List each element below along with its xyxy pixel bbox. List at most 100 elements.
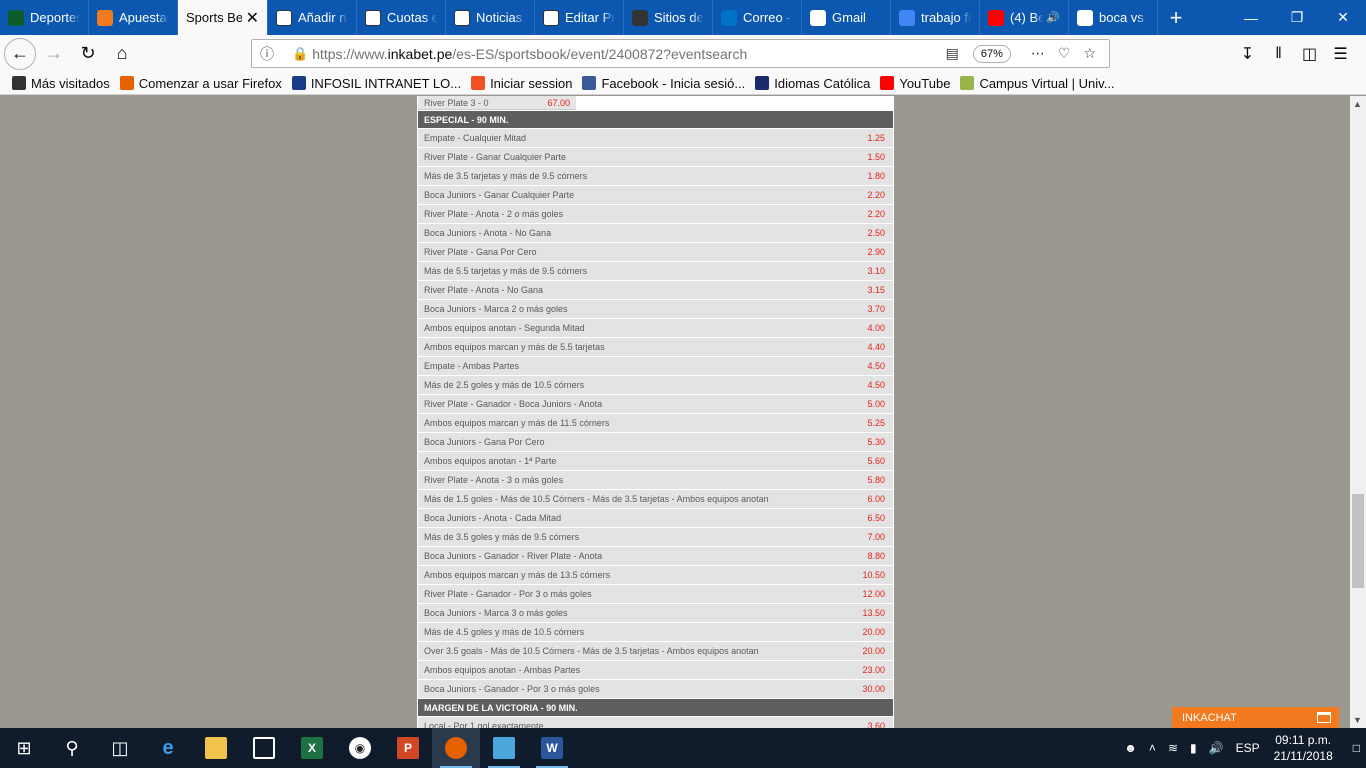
zoom-level[interactable]: 67% bbox=[972, 44, 1011, 63]
bookmark-star-icon[interactable]: ☆ bbox=[1083, 45, 1096, 62]
word-icon[interactable]: W bbox=[528, 728, 576, 768]
clock[interactable]: 09:11 p.m. 21/11/2018 bbox=[1274, 732, 1333, 764]
odds-row[interactable]: Boca Juniors - Marca 2 o más goles 3.70 bbox=[418, 300, 893, 319]
reload-icon[interactable]: ↻ bbox=[72, 38, 104, 70]
selection-odd[interactable]: 1.50 bbox=[867, 152, 885, 162]
bookmark-item[interactable]: INFOSIL INTRANET LO... bbox=[291, 76, 461, 91]
bookmark-item[interactable]: Campus Virtual | Univ... bbox=[960, 76, 1115, 91]
tab-3[interactable]: Añadir n bbox=[268, 0, 357, 35]
home-icon[interactable]: ⌂ bbox=[106, 38, 138, 70]
remote-desktop-icon[interactable] bbox=[480, 728, 528, 768]
odds-row[interactable]: Ambos equipos marcan y más de 13.5 córne… bbox=[418, 566, 893, 585]
sidebar-icon[interactable]: ◫ bbox=[1294, 44, 1325, 64]
camera-app-icon[interactable]: ◉ bbox=[336, 728, 384, 768]
selection-odd[interactable]: 20.00 bbox=[862, 627, 885, 637]
tab-8[interactable]: Correo - bbox=[713, 0, 802, 35]
selection-odd[interactable]: 4.40 bbox=[867, 342, 885, 352]
people-icon[interactable]: ☻ bbox=[1124, 741, 1137, 755]
volume-icon[interactable]: 🔊 bbox=[1209, 741, 1224, 755]
odds-row[interactable]: Más de 5.5 tarjetas y más de 9.5 córners… bbox=[418, 262, 893, 281]
odds-row[interactable]: Local - Por 1 gol exactamente 3.60 bbox=[418, 717, 893, 728]
odds-row[interactable]: Boca Juniors - Anota - Cada Mitad 6.50 bbox=[418, 509, 893, 528]
selection-odd[interactable]: 5.00 bbox=[867, 399, 885, 409]
scroll-down-icon[interactable]: ▼ bbox=[1353, 715, 1362, 725]
bookmark-item[interactable]: Facebook - Inicia sesió... bbox=[582, 76, 745, 91]
chat-window-icon[interactable] bbox=[1317, 712, 1331, 723]
info-icon[interactable]: ⓘ bbox=[256, 44, 278, 64]
tab-10[interactable]: trabajo fi bbox=[891, 0, 980, 35]
odds-row[interactable]: Más de 4.5 goles y más de 10.5 córners 20… bbox=[418, 623, 893, 642]
odds-row[interactable]: Más de 3.5 tarjetas y más de 9.5 córners… bbox=[418, 167, 893, 186]
forward-icon[interactable]: → bbox=[38, 38, 70, 70]
selection-odd[interactable]: 2.20 bbox=[867, 209, 885, 219]
powerpoint-icon[interactable]: P bbox=[384, 728, 432, 768]
file-explorer-icon[interactable] bbox=[192, 728, 240, 768]
odds-row[interactable]: River Plate - Anota - 3 o más goles 5.80 bbox=[418, 471, 893, 490]
download-icon[interactable]: ↧ bbox=[1232, 44, 1263, 64]
odds-row[interactable]: River Plate - Ganador - Por 3 o más gole… bbox=[418, 585, 893, 604]
menu-icon[interactable]: ☰ bbox=[1325, 44, 1356, 64]
odds-row[interactable]: Ambos equipos marcan y más de 5.5 tarjet… bbox=[418, 338, 893, 357]
reader-view-icon[interactable]: ▤ bbox=[946, 45, 959, 62]
firefox-taskbar-icon[interactable] bbox=[432, 728, 480, 768]
selection-odd[interactable]: 4.00 bbox=[867, 323, 885, 333]
selection-odd[interactable]: 2.20 bbox=[867, 190, 885, 200]
selection-odd[interactable]: 5.25 bbox=[867, 418, 885, 428]
show-hidden-icon[interactable]: ˄ bbox=[1149, 741, 1156, 755]
odds-row[interactable]: Empate - Cualquier Mitad 1.25 bbox=[418, 129, 893, 148]
selection-odd[interactable]: 1.25 bbox=[867, 133, 885, 143]
vertical-scrollbar[interactable]: ▲ ▼ bbox=[1350, 96, 1366, 728]
start-windows-icon[interactable]: ⊞ bbox=[0, 728, 48, 768]
odds-row[interactable]: River Plate - Gana Por Cero 2.90 bbox=[418, 243, 893, 262]
pocket-icon[interactable]: ♡ bbox=[1058, 45, 1071, 62]
new-tab-icon[interactable]: + bbox=[1158, 0, 1194, 35]
odds-row[interactable]: Empate - Ambas Partes 4.50 bbox=[418, 357, 893, 376]
odds-row[interactable]: Boca Juniors - Gana Por Cero 5.30 bbox=[418, 433, 893, 452]
library-icon[interactable]: ‖ bbox=[1263, 45, 1294, 63]
wifi-icon[interactable]: ≋ bbox=[1168, 741, 1178, 755]
bookmark-item[interactable]: Idiomas Católica bbox=[755, 76, 870, 91]
tab-5[interactable]: Noticias bbox=[446, 0, 535, 35]
selection-odd[interactable]: 3.70 bbox=[867, 304, 885, 314]
speaker-icon[interactable]: 🔊 bbox=[1046, 11, 1060, 24]
odds-row[interactable]: Ambos equipos anotan - Ambas Partes 23.00 bbox=[418, 661, 893, 680]
odds-row[interactable]: River Plate - Ganar Cualquier Parte 1.50 bbox=[418, 148, 893, 167]
tab-1[interactable]: Apuestas bbox=[89, 0, 178, 35]
odds-row[interactable]: River Plate - Ganador - Boca Juniors - A… bbox=[418, 395, 893, 414]
battery-icon[interactable]: ▮ bbox=[1190, 741, 1197, 755]
selection-odd[interactable]: 2.90 bbox=[867, 247, 885, 257]
tab-4[interactable]: Cuotas e bbox=[357, 0, 446, 35]
selection-odd[interactable]: 12.00 bbox=[862, 589, 885, 599]
lock-icon[interactable]: 🔒 bbox=[292, 46, 308, 62]
edge-icon[interactable]: e bbox=[144, 728, 192, 768]
selection-odd[interactable]: 7.00 bbox=[867, 532, 885, 542]
selection-odd[interactable]: 30.00 bbox=[862, 684, 885, 694]
selection-odd[interactable]: 1.80 bbox=[867, 171, 885, 181]
odds-row[interactable]: Ambos equipos anotan - Segunda Mitad 4.00 bbox=[418, 319, 893, 338]
selection-odd[interactable]: 5.60 bbox=[867, 456, 885, 466]
odds-row[interactable]: Más de 1.5 goles - Más de 10.5 Córners -… bbox=[418, 490, 893, 509]
page-actions-icon[interactable]: ⋯ bbox=[1031, 45, 1045, 62]
selection-odd[interactable]: 8.80 bbox=[867, 551, 885, 561]
url-text[interactable]: https://www.inkabet.pe/es-ES/sportsbook/… bbox=[312, 46, 945, 62]
back-icon[interactable]: ← bbox=[4, 37, 36, 70]
bookmark-item[interactable]: Comenzar a usar Firefox bbox=[119, 76, 282, 91]
selection-odd[interactable]: 6.00 bbox=[867, 494, 885, 504]
odds-row[interactable]: Más de 3.5 goles y más de 9.5 córners 7.0… bbox=[418, 528, 893, 547]
store-icon[interactable] bbox=[240, 728, 288, 768]
bookmark-item[interactable]: Iniciar session bbox=[471, 76, 572, 91]
odds-row[interactable]: Boca Juniors - Anota - No Gana 2.50 bbox=[418, 224, 893, 243]
notifications-icon[interactable]: □ bbox=[1353, 741, 1360, 755]
odds-row[interactable]: Ambos equipos anotan - 1ª Parte 5.60 bbox=[418, 452, 893, 471]
market-row[interactable]: River Plate 3 - 0 67.00 bbox=[418, 96, 576, 110]
section-header[interactable]: ESPECIAL - 90 MIN. bbox=[418, 111, 893, 128]
odds-row[interactable]: Boca Juniors - Marca 3 o más goles 13.50 bbox=[418, 604, 893, 623]
scroll-up-icon[interactable]: ▲ bbox=[1353, 99, 1362, 109]
selection-odd[interactable]: 23.00 bbox=[862, 665, 885, 675]
selection-odd[interactable]: 20.00 bbox=[862, 646, 885, 656]
tab-11[interactable]: (4) Be 🔊 bbox=[980, 0, 1069, 35]
tab-7[interactable]: Sitios de bbox=[624, 0, 713, 35]
selection-odd[interactable]: 3.10 bbox=[867, 266, 885, 276]
odds-row[interactable]: Boca Juniors - Ganador - Por 3 o más gol… bbox=[418, 680, 893, 699]
tab-12[interactable]: boca vs bbox=[1069, 0, 1158, 35]
